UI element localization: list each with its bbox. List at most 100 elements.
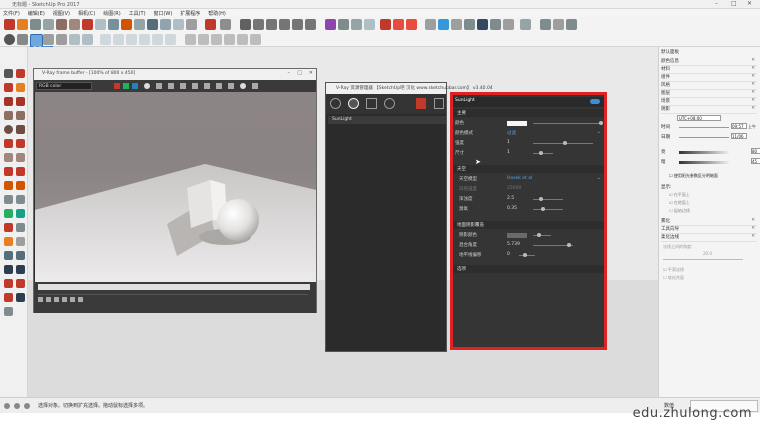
fb-blue-channel-icon[interactable] [132,83,138,89]
left-view-icon[interactable] [305,19,316,30]
normal-angle-slider[interactable] [663,259,743,260]
eraser-icon[interactable] [16,69,25,78]
3d-text-icon[interactable] [16,223,25,232]
intensity-value[interactable]: 1 [507,140,510,145]
tray-item-materials[interactable]: 材料 ✕ [661,66,757,74]
right-view-icon[interactable] [279,19,290,30]
move-icon[interactable] [4,167,13,176]
turbidity-slider[interactable] [533,197,563,201]
wireframe-icon[interactable] [338,19,349,30]
followme-icon[interactable] [16,153,25,162]
tray-item-fog[interactable]: 雾化 ✕ [661,218,757,226]
materials-tab-icon[interactable] [330,98,341,109]
close-icon[interactable]: ✕ [747,0,752,7]
turbidity-value[interactable]: 2.5 [507,196,514,201]
fb-status-icon[interactable] [38,297,43,302]
warehouse-icon[interactable] [220,19,231,30]
pan-icon[interactable] [16,251,25,260]
tape-measure-icon[interactable] [4,195,13,204]
sky-model-select[interactable]: Hosek et al [507,176,532,181]
offset-tool-icon[interactable] [121,19,132,30]
sandbox-icon[interactable] [100,34,111,45]
section-main[interactable]: 主要 [453,109,604,117]
section-ground-shadow[interactable]: 地面阴影覆盖 [453,221,604,229]
sandbox-flip-icon[interactable] [165,34,176,45]
eraser-tool-icon[interactable] [17,19,28,30]
section-sky[interactable]: 天空 [453,165,604,173]
vray-asset-editor-icon[interactable] [425,19,436,30]
geometry-tab-icon[interactable] [366,98,377,109]
hidden-line-icon[interactable] [351,19,362,30]
fb-settings-icon[interactable] [54,297,59,302]
zoom-extents-left-icon[interactable] [4,279,13,288]
front-view-icon[interactable] [266,19,277,30]
rotate-icon[interactable] [16,167,25,176]
horizon-slider[interactable] [533,243,573,247]
zoom-window-icon[interactable] [16,265,25,274]
orbit-icon[interactable] [4,251,13,260]
color-mode-select[interactable]: 过滤 [507,130,516,136]
solid-split-icon[interactable] [224,34,235,45]
pushpull-icon[interactable] [4,153,13,162]
soften-coplanar-check[interactable]: ☐ 软化共面 [663,275,684,281]
rotated-rect-icon[interactable] [16,111,25,120]
text-icon[interactable] [16,209,25,218]
section-options[interactable]: 选项 [453,265,604,273]
freehand-icon[interactable] [16,83,25,92]
circle-icon[interactable] [4,125,13,134]
on-ground-check[interactable]: ☑ 在地面上 [669,200,690,206]
home-icon[interactable] [540,19,551,30]
tray-item-components[interactable]: 组件 ✕ [661,74,757,82]
fb-region-icon[interactable] [204,83,210,89]
size-slider[interactable] [533,151,553,155]
color-mode-chevron-icon[interactable]: ⌄ [597,129,601,135]
zoom-icon[interactable] [4,265,13,274]
shadow-color-swatch[interactable] [507,233,527,238]
back-view-icon[interactable] [292,19,303,30]
circle-select-icon[interactable] [4,34,15,45]
tray-item-entity-info[interactable]: 颜色信息 ✕ [661,58,757,66]
solid-shell-icon[interactable] [237,34,248,45]
rectangle-tool-icon[interactable] [56,19,67,30]
sandbox-smoove-icon[interactable] [152,34,163,45]
position-camera-icon[interactable] [4,293,13,302]
solid-trim-icon[interactable] [211,34,222,45]
xray-icon[interactable] [325,19,336,30]
sandbox-stamp-icon[interactable] [126,34,137,45]
asset-list-item[interactable]: SunLight [328,116,446,124]
dimension-icon[interactable] [56,34,67,45]
text-tool-icon[interactable] [69,34,80,45]
minimize-icon[interactable]: – [715,0,718,7]
tray-item-instructor[interactable]: 工具向导 ✕ [661,226,757,234]
help-icon[interactable] [24,403,30,409]
horizon-offset-slider[interactable] [519,253,535,257]
fb-zoom-icon[interactable] [70,297,75,302]
solid-subtract-icon[interactable] [198,34,209,45]
on-faces-check[interactable]: ☑ 在平面上 [669,192,690,198]
section-icon[interactable] [16,237,25,246]
sunlight-enable-toggle[interactable] [590,99,600,104]
settings-tab-icon[interactable] [384,98,395,109]
fb-lens-icon[interactable] [228,83,234,89]
pushpull-tool-icon[interactable] [69,19,80,30]
dimension-tool-icon[interactable] [16,195,25,204]
light-input[interactable]: 80 [751,148,760,154]
shadow-color-slider[interactable] [533,233,551,237]
zoom-tool-icon[interactable] [173,19,184,30]
fb-compare-icon[interactable] [192,83,198,89]
solid-intersect-icon[interactable] [250,34,261,45]
check-icon[interactable] [17,34,28,45]
vray-mesh-light-icon[interactable] [503,19,514,30]
polygon-icon[interactable] [16,125,25,134]
move-tool-icon[interactable] [82,19,93,30]
solid-union-icon[interactable] [185,34,196,45]
top-view-icon[interactable] [253,19,264,30]
protractor-icon[interactable] [4,209,13,218]
line-tool-icon[interactable] [30,19,41,30]
sandbox-drape-icon[interactable] [139,34,150,45]
axes-tool-icon[interactable] [82,34,93,45]
pie-icon[interactable] [4,139,13,148]
sandbox-scratch-icon[interactable] [113,34,124,45]
shaded-icon[interactable] [364,19,375,30]
fb-color-icon[interactable] [78,297,83,302]
